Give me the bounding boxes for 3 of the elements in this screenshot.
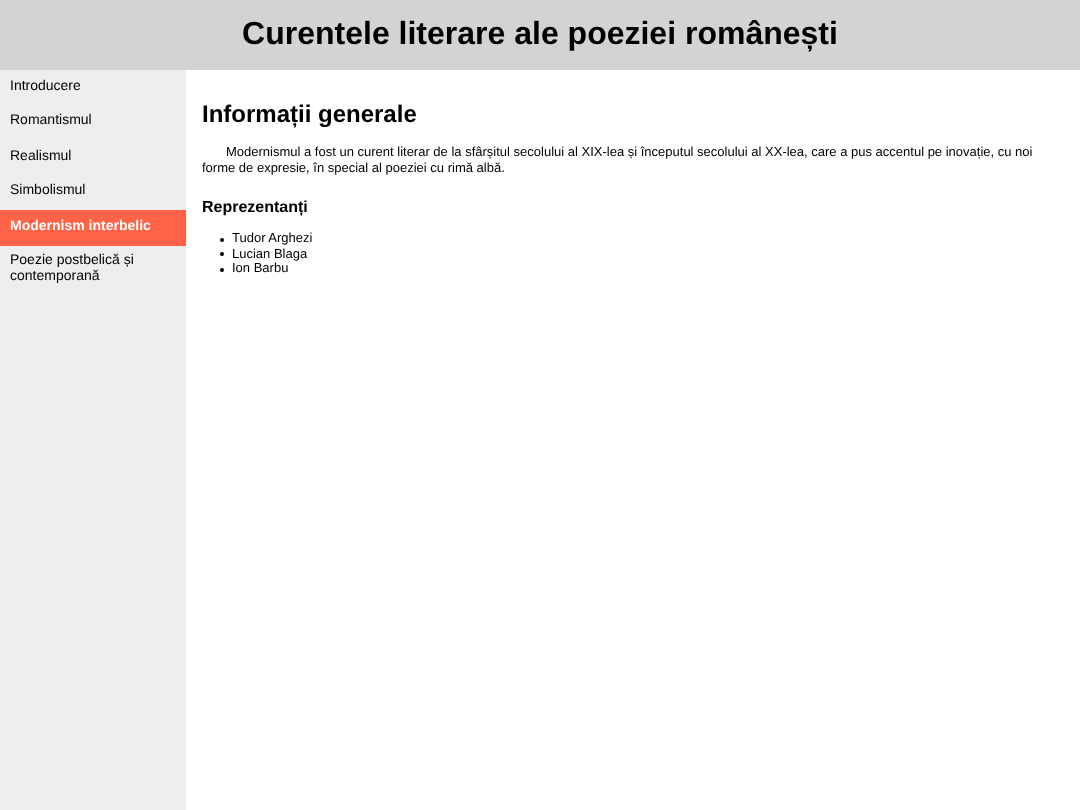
page-title: Curentele literare ale poeziei românești [242,17,838,53]
subsection-heading: Reprezentanți [202,198,310,216]
section-heading: Informații generale [202,100,419,128]
